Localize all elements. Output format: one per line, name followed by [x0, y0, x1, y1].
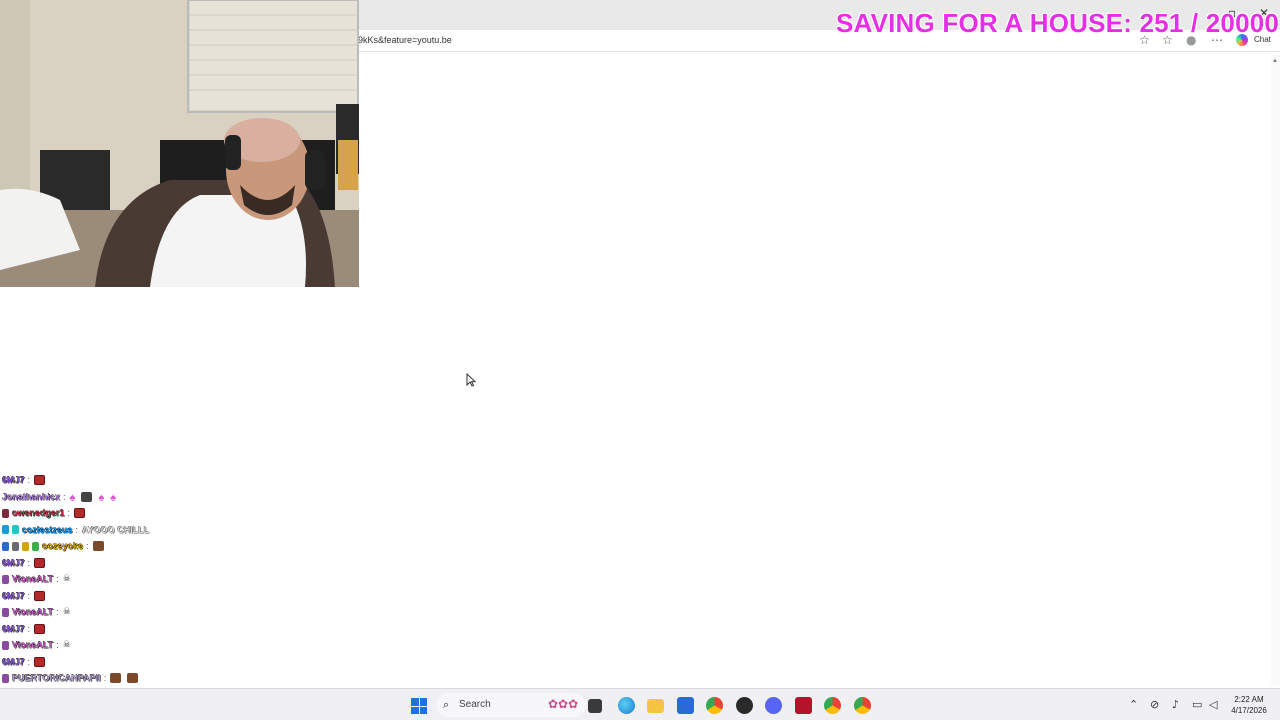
chat-emote-icon	[74, 508, 86, 518]
chat-username: Jonathanhicx	[2, 491, 61, 502]
chat-username: 6MJ7	[2, 475, 25, 485]
acrobat-icon[interactable]	[795, 697, 812, 714]
chat-separator: :	[27, 475, 31, 485]
chat-message: coziestzeus: AYOOO CHILLL	[2, 522, 149, 538]
chat-separator: :	[27, 656, 31, 667]
obs-icon[interactable]	[736, 697, 753, 714]
chat-badge-icon	[2, 525, 9, 534]
chat-badge-icon	[12, 525, 19, 534]
chat-username: 6MJ7	[2, 590, 25, 601]
chat-username: 6MJ7	[2, 623, 25, 634]
chat-emote-icon	[110, 673, 122, 683]
chrome-icon[interactable]	[824, 697, 841, 714]
chat-emote-icon: ♠	[98, 491, 105, 504]
taskbar-search-label: Search	[459, 699, 491, 710]
chat-message: VioneALT: ☠	[2, 637, 77, 653]
chat-message-text: AYOOO CHILLL	[82, 524, 150, 535]
chat-emote-icon	[34, 590, 46, 601]
chat-message: VioneALT: ☠	[2, 604, 77, 620]
donation-goal-overlay: SAVING FOR A HOUSE: 251 / 20000	[836, 8, 1280, 38]
discord-icon[interactable]	[765, 697, 782, 714]
chat-separator: :	[63, 491, 66, 502]
chrome-icon[interactable]	[854, 697, 871, 714]
chat-emote-icon	[34, 623, 46, 634]
chat-username: VioneALT	[12, 574, 54, 584]
display-icon[interactable]: ▭	[1192, 698, 1202, 711]
search-highlight-icon: ✿✿✿	[548, 697, 579, 711]
chat-separator: :	[56, 574, 59, 584]
chat-badge-icon	[2, 574, 9, 584]
chat-message: Jonathanhicx: ♠ ♠ ♠	[2, 489, 122, 505]
chat-badge-icon	[2, 640, 9, 650]
chat-separator: :	[67, 508, 71, 518]
chat-message: VioneALT: ☠	[2, 571, 77, 587]
edge-icon[interactable]	[618, 697, 635, 714]
chat-message: 6MJ7:	[2, 588, 51, 604]
webcam-image	[0, 0, 359, 287]
chat-emote-icon	[92, 541, 104, 551]
folder-icon[interactable]	[647, 699, 664, 713]
webcam-feed	[0, 0, 359, 287]
chat-separator: :	[27, 590, 31, 601]
chevron-up-icon[interactable]: ⌃	[1129, 698, 1138, 711]
chat-emote-icon	[81, 491, 93, 502]
chat-username: oozeyoke	[42, 541, 84, 551]
chat-separator: :	[86, 541, 89, 551]
chat-badge-icon	[12, 541, 19, 551]
chat-separator: :	[56, 640, 59, 650]
chat-separator: :	[103, 673, 107, 683]
chat-username: VioneALT	[12, 607, 54, 617]
search-icon: ⌕	[443, 698, 450, 711]
clock-time: 2:22 AM	[1234, 695, 1264, 704]
chat-emote-icon: ♠	[69, 491, 76, 504]
chat-badge-icon	[2, 607, 9, 617]
chat-username: 6MJ7	[2, 557, 25, 568]
chat-separator: :	[27, 557, 31, 568]
chat-emote-icon: ☠	[62, 574, 71, 584]
mouse-cursor-icon	[466, 373, 476, 387]
chat-username: owenedger1	[12, 508, 65, 518]
page-scrollbar[interactable]	[1271, 55, 1280, 685]
url-text[interactable]: 9kKs&feature=youtu.be	[358, 35, 452, 45]
chat-emote-icon: ☠	[62, 640, 71, 650]
chat-badge-icon	[32, 541, 39, 551]
chat-emote-icon: ♠	[110, 491, 117, 504]
start-button[interactable]	[411, 698, 427, 714]
chat-message: oozeyoke:	[2, 538, 110, 554]
chat-message: PUERTORICANPAPII:	[2, 670, 144, 686]
file-icon[interactable]	[588, 699, 602, 713]
clock-date: 4/17/2026	[1231, 706, 1267, 715]
chrome-icon[interactable]	[706, 697, 723, 714]
scroll-up-icon[interactable]: ▲	[1272, 58, 1278, 64]
chat-badge-icon	[22, 541, 29, 551]
chat-message: 6MJ7:	[2, 621, 51, 637]
chat-username: PUERTORICANPAPII	[12, 673, 101, 683]
chat-username: VioneALT	[12, 640, 54, 650]
store-icon[interactable]	[677, 697, 694, 714]
taskbar-clock[interactable]: 2:22 AM 4/17/2026	[1228, 694, 1270, 716]
volume-icon[interactable]: ◁	[1209, 698, 1217, 711]
chat-emote-icon: ☠	[62, 607, 71, 617]
chat-separator: :	[27, 623, 31, 634]
desktop-screen: ▫ ✕ 9kKs&feature=youtu.be ☆ ☆ ● ⋯ Chat S…	[0, 0, 1280, 720]
mic-icon[interactable]: ♪	[1172, 698, 1179, 711]
chat-badge-icon	[2, 508, 9, 518]
vpn-icon[interactable]: ⊘	[1150, 698, 1159, 711]
chat-username: coziestzeus	[22, 524, 73, 535]
chat-message: 6MJ7:	[2, 555, 51, 571]
chat-message: 6MJ7:	[2, 472, 51, 488]
chat-username: 6MJ7	[2, 656, 25, 667]
chat-emote-icon	[34, 557, 46, 568]
chat-badge-icon	[2, 541, 9, 551]
chat-separator: :	[56, 607, 59, 617]
chat-emote-icon	[34, 656, 46, 667]
chat-separator: :	[75, 524, 79, 535]
chat-emote-icon	[34, 475, 46, 485]
chat-message: 6MJ7:	[2, 654, 51, 670]
chat-badge-icon	[2, 673, 9, 683]
chat-message: owenedger1:	[2, 505, 91, 521]
chat-emote-icon	[127, 673, 139, 683]
windows-taskbar: ⌕ Search ✿✿✿ ⌃ ⊘ ♪ ▭ ◁ 2:22 AM 4/17/2026	[0, 688, 1280, 720]
